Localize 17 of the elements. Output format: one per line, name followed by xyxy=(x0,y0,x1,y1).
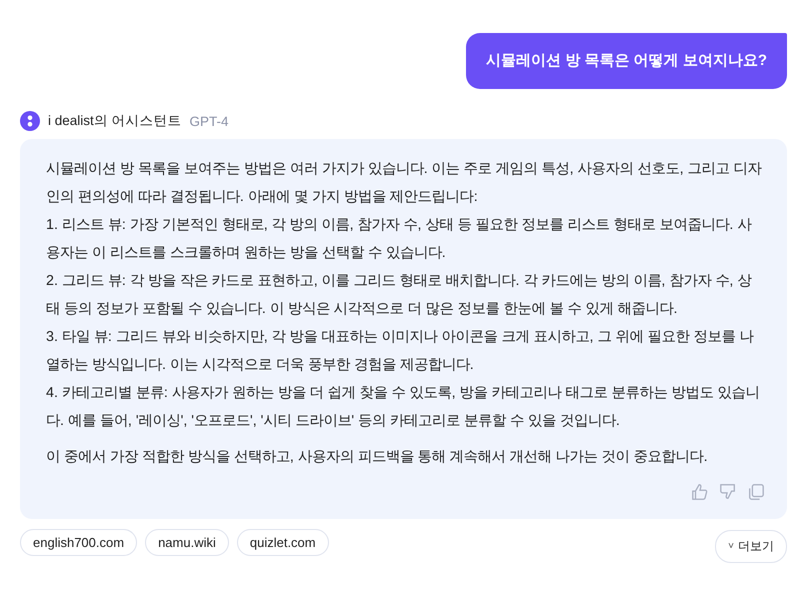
source-chip[interactable]: english700.com xyxy=(20,529,138,556)
answer-paragraph: 2. 그리드 뷰: 각 방을 작은 카드로 표현하고, 이를 그리드 형태로 배치합니다. 각 카드에는 방의 이름, 참가자 수, 상태 등의 정보가 포함될 수 있습니다. 이 방식은 시각적으로 더 많은 정보를 한눈에 볼 수 있게 해줍니다. xyxy=(46,272,753,319)
source-chip[interactable]: quizlet.com xyxy=(236,529,329,556)
answer-paragraph: 3. 타일 뷰: 그리드 뷰와 비슷하지만, 각 방을 대표하는 이미지나 아이콘을 크게 표시하고, 그 위에 필요한 정보를 나열하는 방식입니다. 이는 시각적으로 더욱 풍부한 경험을 제공합니다. xyxy=(46,328,755,375)
answer-paragraph: 4. 카테고리별 분류: 사용자가 원하는 방을 더 쉽게 찾을 수 있도록, 방을 카테고리나 태그로 분류하는 방법도 있습니다. 예를 들어, '레이싱', '오프로드', '시티 드라이브' 등의 카테고리로 분류할 수 있을 것입니다. xyxy=(46,384,760,431)
thumbs-down-icon[interactable] xyxy=(719,483,737,501)
assistant-avatar-icon xyxy=(20,111,40,131)
copy-icon[interactable] xyxy=(747,483,765,501)
model-label: GPT-4 xyxy=(190,114,229,128)
answer-paragraph: 이 중에서 가장 적합한 방식을 선택하고, 사용자의 피드백을 통해 계속해서 개선해 나가는 것이 중요합니다. xyxy=(46,448,709,467)
source-chip[interactable]: namu.wiki xyxy=(145,529,229,556)
answer-paragraph: 1. 리스트 뷰: 가장 기본적인 형태로, 각 방의 이름, 참가자 수, 상태 등 필요한 정보를 리스트 형태로 보여줍니다. 사용자는 이 리스트를 스크롤하며 원하는 방을 선택할 수 있습니다. xyxy=(46,216,753,263)
thumbs-up-icon[interactable] xyxy=(691,483,709,501)
answer-paragraph: 시뮬레이션 방 목록을 보여주는 방법은 여러 가지가 있습니다. 이는 주로 게임의 특성, 사용자의 선호도, 그리고 디자인의 편의성에 따라 결정됩니다. 아래에 몇 가지 방법을 제안드립니다: xyxy=(46,160,763,207)
user-message: 시뮬레이션 방 목록은 어떻게 보여지나요? xyxy=(466,33,787,89)
more-button[interactable]: ˅ 더보기 xyxy=(715,530,787,563)
assistant-name: i dealist의 어시스턴트 xyxy=(48,112,182,130)
